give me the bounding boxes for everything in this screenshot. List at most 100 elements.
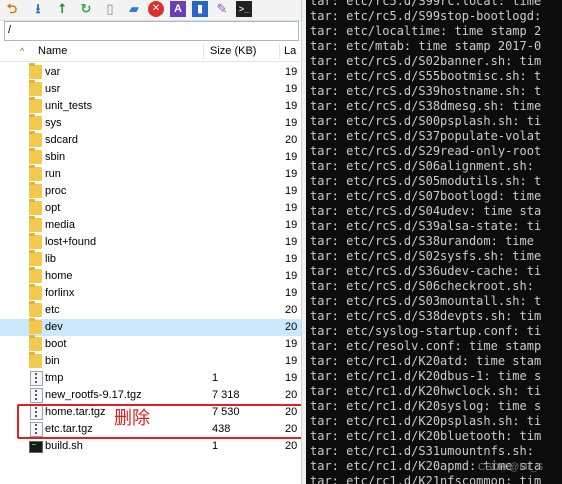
back-icon[interactable]: ⮌ xyxy=(4,1,20,17)
table-row[interactable]: dev 20 xyxy=(0,318,301,336)
terminal-line: tar: etc/rc5.d/S99rc.local: time xyxy=(310,0,542,8)
file-name: bin xyxy=(45,355,60,367)
terminal-line: tar: etc/rcS.d/S36udev-cache: ti xyxy=(310,264,542,278)
table-row[interactable]: sdcard 20 xyxy=(0,131,301,149)
file-name: lost+found xyxy=(45,236,97,248)
column-header: ^ Name Size (KB) La xyxy=(0,42,301,62)
table-row[interactable]: unit_tests 19 xyxy=(0,97,301,115)
table-row[interactable]: lib 19 xyxy=(0,250,301,268)
file-name: usr xyxy=(45,83,61,95)
file-size: 1 xyxy=(212,372,219,384)
terminal-line: tar: etc/rcS.d/S39hostname.sh: t xyxy=(310,84,542,98)
delete-icon[interactable]: ✕ xyxy=(148,1,164,17)
path-field[interactable]: / xyxy=(4,21,299,41)
file-date: 19 xyxy=(285,66,298,78)
table-row[interactable]: new_rootfs-9.17.tgz 7 318 20 xyxy=(0,387,301,404)
terminal-line: tar: etc/rc1.d/K20psplash.sh: ti xyxy=(310,414,542,428)
folder-icon xyxy=(29,301,42,317)
terminal-line: tar: etc/rcS.d/S29read-only-root xyxy=(310,144,542,158)
file-date: 19 xyxy=(285,185,298,197)
edit-icon[interactable]: ✎ xyxy=(214,1,230,17)
table-row[interactable]: lost+found 19 xyxy=(0,233,301,251)
table-row[interactable]: var 19 xyxy=(0,63,301,81)
new-folder-icon[interactable]: ▰ xyxy=(126,1,142,17)
terminal-line: tar: etc/localtime: time stamp 2 xyxy=(310,24,542,38)
terminal-line: tar: etc/rcS.d/S07bootlogd: time xyxy=(310,189,542,203)
properties-icon[interactable]: ▮ xyxy=(192,1,208,17)
terminal-line: tar: etc/rcS.d/S02sysfs.sh: time xyxy=(310,249,542,263)
folder-icon xyxy=(29,182,42,198)
terminal-icon[interactable]: >_ xyxy=(236,1,252,17)
file-date: 20 xyxy=(285,389,298,401)
archive-file-icon xyxy=(30,371,43,386)
terminal-line: tar: etc/rcS.d/S37populate-volat xyxy=(310,129,542,143)
file-name: dev xyxy=(45,321,63,333)
file-name: var xyxy=(45,66,61,78)
folder-icon xyxy=(29,199,42,215)
file-browser-panel: ⮌ ⭳ ⭡ ↻ ▯ ▰ ✕ A ▮ ✎ >_ / ^ Name Size (KB… xyxy=(0,0,301,484)
file-name: run xyxy=(45,168,61,180)
table-row[interactable]: etc 20 xyxy=(0,301,301,319)
file-date: 19 xyxy=(285,372,298,384)
terminal-line: tar: etc/rc5.d/S99stop-bootlogd: xyxy=(310,9,542,23)
file-date: 19 xyxy=(285,236,298,248)
refresh-icon[interactable]: ↻ xyxy=(78,1,94,17)
new-file-icon[interactable]: ▯ xyxy=(102,1,118,17)
folder-icon xyxy=(29,318,42,334)
file-size: 7 318 xyxy=(212,389,240,401)
folder-icon xyxy=(29,216,42,232)
terminal-line: tar: etc/rcS.d/S02banner.sh: tim xyxy=(310,54,542,68)
file-name: forlinx xyxy=(45,287,75,299)
table-row[interactable]: sys 19 xyxy=(0,114,301,132)
script-file-icon xyxy=(29,441,43,453)
file-date: 19 xyxy=(285,83,298,95)
terminal-panel[interactable]: tar: etc/rc5.d/S99rc.local: time tar: etc… xyxy=(306,0,562,484)
column-name[interactable]: Name xyxy=(38,45,67,57)
highlight-box xyxy=(17,404,301,439)
rename-icon[interactable]: A xyxy=(170,1,186,17)
file-name: home xyxy=(45,270,73,282)
folder-icon xyxy=(29,131,42,147)
terminal-line: tar: etc/rc1.d/K21nfscommon: tim xyxy=(310,474,542,484)
folder-icon xyxy=(29,250,42,266)
table-row[interactable]: build.sh 1 20 xyxy=(0,438,301,455)
table-row[interactable]: run 19 xyxy=(0,165,301,183)
column-divider[interactable] xyxy=(279,44,280,59)
file-name: sdcard xyxy=(45,134,79,146)
file-name: tmp xyxy=(45,372,64,384)
terminal-line: tar: etc/rcS.d/S04udev: time sta xyxy=(310,204,542,218)
terminal-line: tar: etc/rc1.d/S31umountnfs.sh: xyxy=(310,444,542,458)
terminal-line: tar: etc/syslog-startup.conf: ti xyxy=(310,324,542,338)
folder-icon xyxy=(29,267,42,283)
up-arrow-icon[interactable]: ⭡ xyxy=(54,1,70,17)
column-divider[interactable] xyxy=(203,44,204,59)
column-date[interactable]: La xyxy=(284,45,296,57)
file-date: 19 xyxy=(285,117,298,129)
terminal-line: tar: etc/rc1.d/K20hwclock.sh: ti xyxy=(310,384,542,398)
file-date: 19 xyxy=(285,100,298,112)
table-row[interactable]: bin 19 xyxy=(0,352,301,370)
download-icon[interactable]: ⭳ xyxy=(30,1,46,17)
table-row[interactable]: home 19 xyxy=(0,267,301,285)
table-row[interactable]: boot 19 xyxy=(0,335,301,353)
folder-icon xyxy=(29,148,42,164)
terminal-line: tar: etc/rc1.d/K20atd: time stam xyxy=(310,354,542,368)
file-date: 20 xyxy=(285,440,298,452)
file-date: 19 xyxy=(285,287,298,299)
path-value: / xyxy=(8,24,12,36)
file-name: proc xyxy=(45,185,67,197)
terminal-line: tar: etc/rcS.d/S06alignment.sh: xyxy=(310,159,542,173)
file-name: boot xyxy=(45,338,67,350)
table-row[interactable]: tmp 1 19 xyxy=(0,370,301,387)
table-row[interactable]: usr 19 xyxy=(0,80,301,98)
terminal-line: tar: etc/rcS.d/S38devpts.sh: tim xyxy=(310,309,542,323)
table-row[interactable]: media 19 xyxy=(0,216,301,234)
column-size[interactable]: Size (KB) xyxy=(210,45,256,57)
table-row[interactable]: proc 19 xyxy=(0,182,301,200)
folder-icon xyxy=(29,335,42,351)
table-row[interactable]: opt 19 xyxy=(0,199,301,217)
table-row[interactable]: forlinx 19 xyxy=(0,284,301,302)
terminal-line: tar: etc/rc1.d/K20dbus-1: time s xyxy=(310,369,542,383)
table-row[interactable]: sbin 19 xyxy=(0,148,301,166)
file-date: 19 xyxy=(285,338,298,350)
